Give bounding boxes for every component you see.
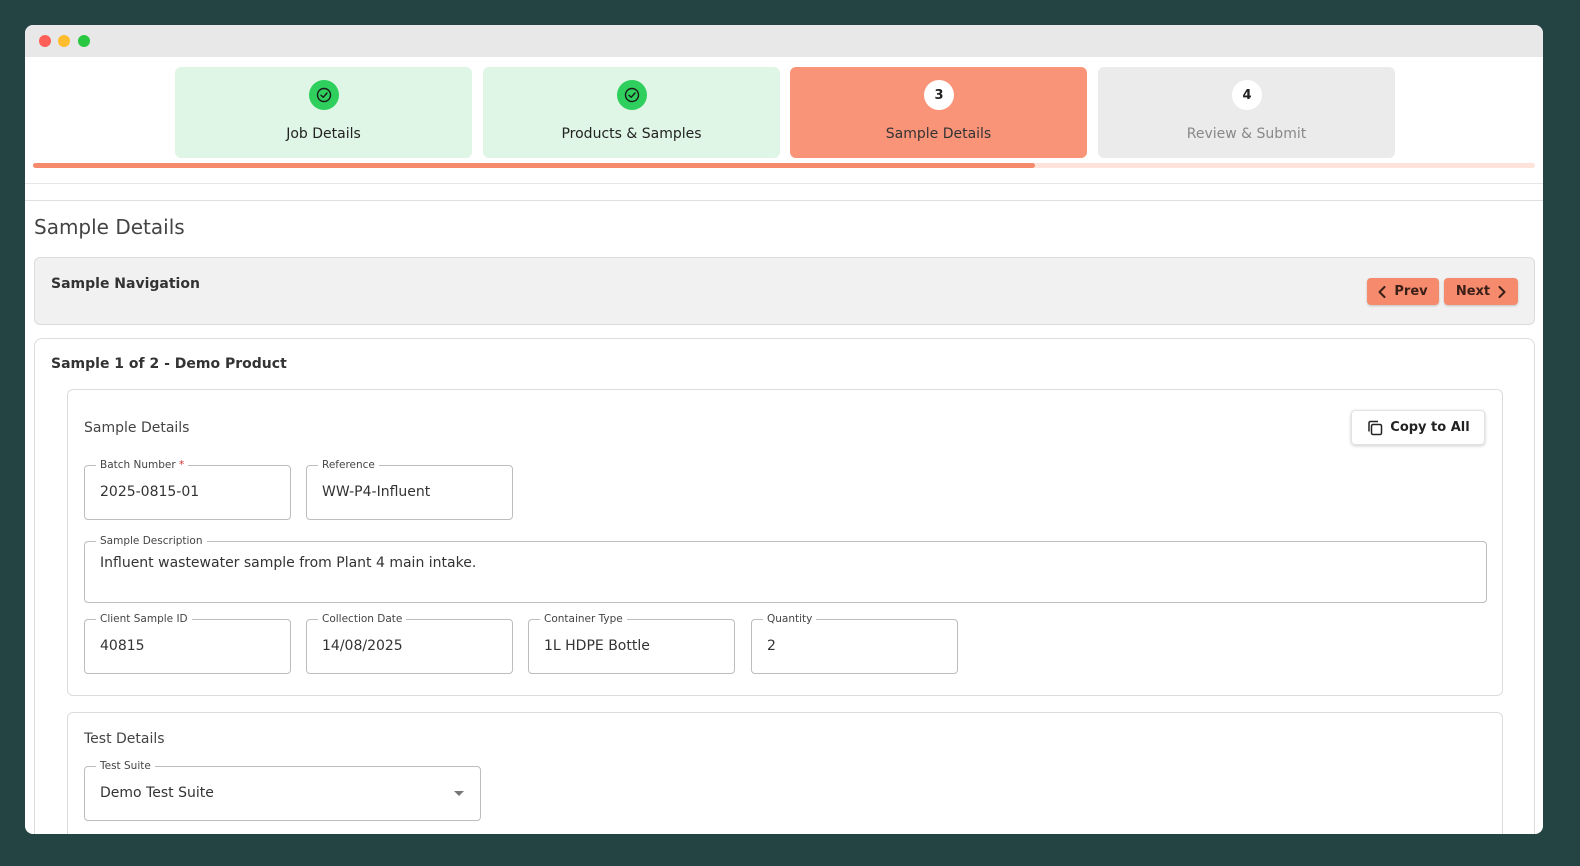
reference-field[interactable]: Reference WW-P4-Influent xyxy=(306,458,513,520)
sample-navigation-panel: Sample Navigation Prev Next xyxy=(34,257,1535,325)
reference-value: WW-P4-Influent xyxy=(322,484,431,500)
chevron-left-icon xyxy=(1378,285,1386,298)
step-label: Products & Samples xyxy=(561,126,702,142)
client-sample-id-value: 40815 xyxy=(100,638,145,654)
sample-card: Sample 1 of 2 - Demo Product Sample Deta… xyxy=(34,338,1535,834)
step-number: 4 xyxy=(1232,80,1262,110)
copy-to-all-button[interactable]: Copy to All xyxy=(1351,410,1485,445)
sample-navigation-title: Sample Navigation xyxy=(51,276,200,292)
sample-description-label: Sample Description xyxy=(96,534,207,548)
sample-description-value: Influent wastewater sample from Plant 4 … xyxy=(100,555,477,571)
step-number: 3 xyxy=(924,80,954,110)
reference-label: Reference xyxy=(318,458,379,472)
maximize-window-button[interactable] xyxy=(78,35,90,47)
step-label: Review & Submit xyxy=(1186,126,1307,142)
sample-description-field[interactable]: Sample Description Influent wastewater s… xyxy=(84,534,1487,603)
quantity-label: Quantity xyxy=(763,612,817,626)
check-circle-icon xyxy=(617,80,647,110)
client-sample-id-label: Client Sample ID xyxy=(96,612,192,626)
batch-number-field[interactable]: Batch Number * 2025-0815-01 xyxy=(84,458,291,520)
test-suite-label: Test Suite xyxy=(96,759,155,773)
step-label: Job Details xyxy=(286,126,361,142)
divider xyxy=(25,200,1543,201)
next-button[interactable]: Next xyxy=(1444,278,1518,305)
step-progress-fill xyxy=(33,163,1035,168)
check-circle-icon xyxy=(309,80,339,110)
close-window-button[interactable] xyxy=(39,35,51,47)
collection-date-value: 14/08/2025 xyxy=(322,638,403,654)
step-job-details[interactable]: Job Details xyxy=(175,67,472,158)
app-window: Job Details Products & Samples 3 Sample … xyxy=(25,25,1543,834)
copy-to-all-label: Copy to All xyxy=(1390,420,1470,435)
step-label: Sample Details xyxy=(885,126,992,142)
prev-button[interactable]: Prev xyxy=(1367,278,1439,305)
dropdown-arrow-icon[interactable] xyxy=(454,791,464,796)
batch-number-label: Batch Number * xyxy=(96,458,189,472)
sample-heading: Sample 1 of 2 - Demo Product xyxy=(51,356,287,372)
quantity-value: 2 xyxy=(767,638,776,654)
collection-date-field[interactable]: Collection Date 14/08/2025 xyxy=(306,612,513,674)
batch-number-value: 2025-0815-01 xyxy=(100,484,200,500)
page-title: Sample Details xyxy=(34,215,185,239)
client-sample-id-field[interactable]: Client Sample ID 40815 xyxy=(84,612,291,674)
container-type-value: 1L HDPE Bottle xyxy=(544,638,650,654)
sample-details-title: Sample Details xyxy=(84,420,190,436)
step-sample-details[interactable]: 3 Sample Details xyxy=(790,67,1087,158)
title-bar xyxy=(25,25,1543,57)
container-type-label: Container Type xyxy=(540,612,627,626)
test-suite-select[interactable]: Test Suite Demo Test Suite xyxy=(84,759,481,821)
quantity-field[interactable]: Quantity 2 xyxy=(751,612,958,674)
step-products-samples[interactable]: Products & Samples xyxy=(483,67,780,158)
copy-icon xyxy=(1368,420,1383,435)
divider xyxy=(25,183,1543,184)
chevron-right-icon xyxy=(1498,285,1506,298)
next-button-label: Next xyxy=(1455,284,1491,299)
collection-date-label: Collection Date xyxy=(318,612,407,626)
required-marker: * xyxy=(179,459,185,471)
step-progress-bar xyxy=(33,163,1535,168)
minimize-window-button[interactable] xyxy=(58,35,70,47)
test-details-title: Test Details xyxy=(84,731,165,747)
prev-button-label: Prev xyxy=(1394,284,1428,299)
step-review-submit[interactable]: 4 Review & Submit xyxy=(1098,67,1395,158)
test-suite-value: Demo Test Suite xyxy=(100,785,214,801)
test-details-section: Test Details Test Suite Demo Test Suite xyxy=(67,712,1503,834)
container-type-field[interactable]: Container Type 1L HDPE Bottle xyxy=(528,612,735,674)
sample-details-section: Sample Details Copy to All Batch Number … xyxy=(67,389,1503,696)
